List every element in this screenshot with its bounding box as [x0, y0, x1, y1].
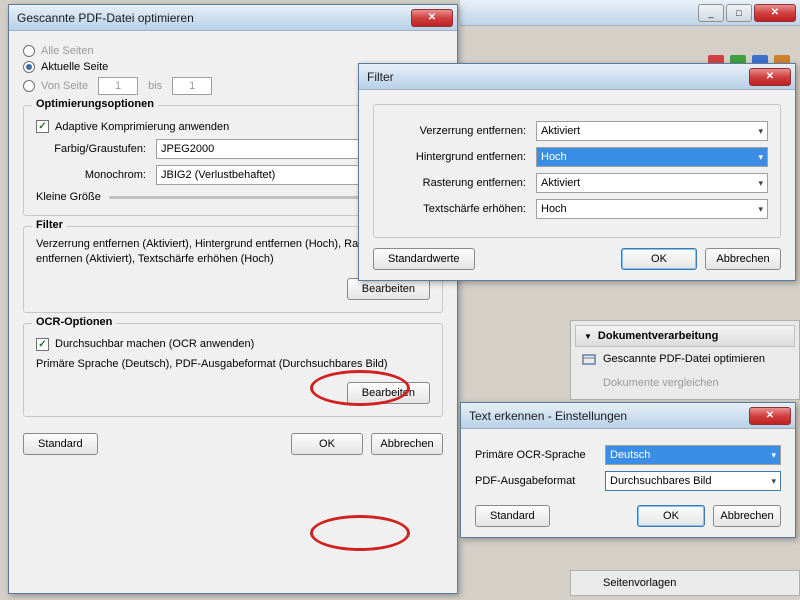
side-panel: ▼ Dokumentverarbeitung Gescannte PDF-Dat… — [570, 320, 800, 400]
side-panel-header[interactable]: ▼ Dokumentverarbeitung — [575, 325, 795, 347]
bg-label: Hintergrund entfernen: — [386, 151, 536, 163]
dialog-title: Gescannte PDF-Datei optimieren — [17, 11, 411, 25]
defaults-button[interactable]: Standardwerte — [373, 248, 475, 270]
ocr-lang-select[interactable]: Deutsch ▾ — [605, 445, 781, 465]
chevron-down-icon: ▾ — [758, 126, 763, 137]
bg-close-button[interactable]: ✕ — [754, 4, 796, 22]
bg-select[interactable]: Hoch ▾ — [536, 147, 768, 167]
side-item-templates[interactable]: Seitenvorlagen — [575, 575, 795, 591]
scanner-icon — [581, 351, 597, 367]
from-page-input[interactable]: 1 — [98, 77, 138, 95]
check-label: Adaptive Komprimierung anwenden — [55, 121, 229, 133]
radio-label: Alle Seiten — [41, 45, 94, 57]
raster-label: Rasterung entfernen: — [386, 177, 536, 189]
dialog-title: Text erkennen - Einstellungen — [469, 409, 749, 423]
edit-ocr-button[interactable]: Bearbeiten — [347, 382, 430, 404]
close-button[interactable]: ✕ — [411, 9, 453, 27]
mono-label: Monochrom: — [36, 169, 156, 181]
side-panel-title: Dokumentverarbeitung — [598, 330, 718, 342]
group-legend: Optimierungsoptionen — [32, 98, 158, 110]
bg-maximize-button[interactable]: □ — [726, 4, 752, 22]
radio-all-pages[interactable]: Alle Seiten — [23, 45, 443, 57]
ocr-output-select[interactable]: Durchsuchbares Bild ▾ — [605, 471, 781, 491]
side-item-optimize[interactable]: Gescannte PDF-Datei optimieren — [575, 347, 795, 371]
disclosure-triangle-icon: ▼ — [584, 332, 592, 341]
select-value: Durchsuchbares Bild — [610, 475, 712, 487]
deskew-select[interactable]: Aktiviert ▾ — [536, 121, 768, 141]
ocr-settings-dialog: Text erkennen - Einstellungen ✕ Primäre … — [460, 402, 796, 538]
select-value: JBIG2 (Verlustbehaftet) — [161, 169, 275, 181]
ocr-output-label: PDF-Ausgabeformat — [475, 475, 605, 487]
select-value: Aktiviert — [541, 177, 580, 189]
ok-button[interactable]: OK — [291, 433, 363, 455]
sharp-select[interactable]: Hoch ▾ — [536, 199, 768, 219]
cancel-button[interactable]: Abbrechen — [705, 248, 781, 270]
chevron-down-icon: ▾ — [758, 204, 763, 215]
slider-min-label: Kleine Größe — [36, 191, 101, 203]
standard-button[interactable]: Standard — [23, 433, 98, 455]
side-item-compare[interactable]: Dokumente vergleichen — [575, 371, 795, 395]
group-legend: Filter — [32, 219, 67, 231]
deskew-label: Verzerrung entfernen: — [386, 125, 536, 137]
to-label: bis — [148, 80, 162, 92]
ocr-summary-text: Primäre Sprache (Deutsch), PDF-Ausgabefo… — [36, 357, 430, 372]
to-page-input[interactable]: 1 — [172, 77, 212, 95]
side-item-label: Seitenvorlagen — [603, 577, 676, 589]
side-item-label: Dokumente vergleichen — [603, 377, 719, 389]
chevron-down-icon: ▾ — [758, 152, 763, 163]
edit-filter-button[interactable]: Bearbeiten — [347, 278, 430, 300]
color-label: Farbig/Graustufen: — [36, 143, 156, 155]
ocr-lang-label: Primäre OCR-Sprache — [475, 449, 605, 461]
select-value: JPEG2000 — [161, 143, 214, 155]
filter-dialog: Filter ✕ Verzerrung entfernen: Aktiviert… — [358, 63, 796, 281]
close-button[interactable]: ✕ — [749, 407, 791, 425]
select-value: Hoch — [541, 151, 567, 163]
side-panel-bottom: Seitenvorlagen — [570, 570, 800, 596]
chevron-down-icon: ▾ — [771, 450, 776, 461]
dialog-title: Filter — [367, 70, 749, 84]
ok-button[interactable]: OK — [637, 505, 705, 527]
ocr-group: OCR-Optionen ✓Durchsuchbar machen (OCR a… — [23, 323, 443, 417]
radio-label: Aktuelle Seite — [41, 61, 108, 73]
chevron-down-icon: ▾ — [771, 476, 776, 487]
select-value: Deutsch — [610, 449, 650, 461]
side-item-label: Gescannte PDF-Datei optimieren — [603, 353, 765, 365]
chevron-down-icon: ▾ — [758, 178, 763, 189]
ocr-enable-check[interactable]: ✓Durchsuchbar machen (OCR anwenden) — [36, 338, 430, 351]
cancel-button[interactable]: Abbrechen — [713, 505, 781, 527]
filter-fields: Verzerrung entfernen: Aktiviert ▾ Hinterg… — [373, 104, 781, 238]
raster-select[interactable]: Aktiviert ▾ — [536, 173, 768, 193]
close-button[interactable]: ✕ — [749, 68, 791, 86]
select-value: Aktiviert — [541, 125, 580, 137]
ok-button[interactable]: OK — [621, 248, 697, 270]
sharp-label: Textschärfe erhöhen: — [386, 203, 536, 215]
background-app-window: _ □ ✕ — [460, 0, 800, 30]
check-label: Durchsuchbar machen (OCR anwenden) — [55, 338, 254, 350]
bg-minimize-button[interactable]: _ — [698, 4, 724, 22]
cancel-button[interactable]: Abbrechen — [371, 433, 443, 455]
select-value: Hoch — [541, 203, 567, 215]
group-legend: OCR-Optionen — [32, 316, 116, 328]
radio-label: Von Seite — [41, 80, 88, 92]
standard-button[interactable]: Standard — [475, 505, 550, 527]
